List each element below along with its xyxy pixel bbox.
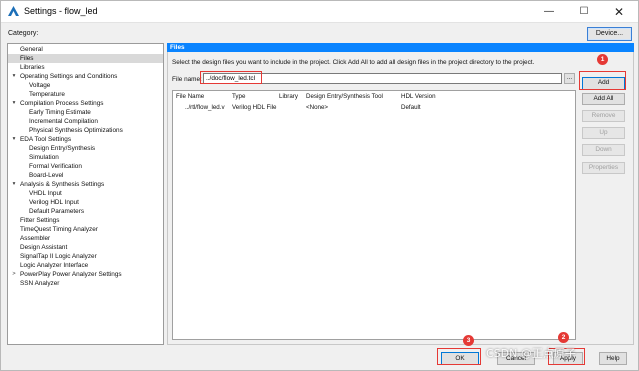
tree-item-board-level[interactable]: Board-Level <box>8 171 163 180</box>
col-header-design-entry-tool[interactable]: Design Entry/Synthesis Tool <box>306 93 383 100</box>
collapse-caret-icon[interactable]: > <box>10 270 18 279</box>
help-button[interactable]: Help <box>599 352 627 365</box>
annotation-badge-1: 1 <box>597 54 608 65</box>
annotation-box-add <box>579 71 626 90</box>
tree-item-voltage[interactable]: Voltage <box>8 81 163 90</box>
file-name-label: File name: <box>172 76 202 83</box>
tree-item-label: Files <box>20 55 34 62</box>
tree-item-logic-analyzer-interface[interactable]: Logic Analyzer Interface <box>8 261 163 270</box>
tree-item-label: Compilation Process Settings <box>20 100 104 107</box>
tree-item-label: Default Parameters <box>29 208 85 215</box>
tree-item-label: Board-Level <box>29 172 64 179</box>
tree-item-analysis-synthesis-settings[interactable]: ▾ Analysis & Synthesis Settings <box>8 180 163 189</box>
device-button[interactable]: Device... <box>587 27 632 41</box>
tree-item-label: Incremental Compilation <box>29 118 98 125</box>
tree-item-powerplay-power-analyzer-settings[interactable]: > PowerPlay Power Analyzer Settings <box>8 270 163 279</box>
expand-caret-icon[interactable]: ▾ <box>10 180 18 189</box>
tree-item-timequest-timing-analyzer[interactable]: TimeQuest Timing Analyzer <box>8 225 163 234</box>
tree-item-label: VHDL Input <box>29 190 62 197</box>
table-cell-type[interactable]: Verilog HDL File <box>232 104 276 111</box>
add-all-button[interactable]: Add All <box>582 93 625 105</box>
panel-header: Files <box>167 43 634 52</box>
title-bar[interactable]: Settings - flow_led — ☐ ✕ <box>1 1 638 23</box>
col-header-hdl-version[interactable]: HDL Version <box>401 93 436 100</box>
tree-item-label: Simulation <box>29 154 59 161</box>
tree-item-incremental-compilation[interactable]: Incremental Compilation <box>8 117 163 126</box>
browse-button[interactable]: ... <box>564 73 575 84</box>
col-header-type[interactable]: Type <box>232 93 245 100</box>
tree-item-label: Verilog HDL Input <box>29 199 79 206</box>
tree-item-label: TimeQuest Timing Analyzer <box>20 226 98 233</box>
annotation-badge-2: 2 <box>558 332 569 343</box>
tree-item-general[interactable]: General <box>8 45 163 54</box>
tree-item-label: Assembler <box>20 235 51 242</box>
tree-item-label: Operating Settings and Conditions <box>20 73 118 80</box>
tree-item-files[interactable]: Files <box>8 54 163 63</box>
tree-item-label: Formal Verification <box>29 163 82 170</box>
up-button[interactable]: Up <box>582 127 625 139</box>
table-cell-hdl-version[interactable]: Default <box>401 104 421 111</box>
tree-item-verilog-hdl-input[interactable]: Verilog HDL Input <box>8 198 163 207</box>
settings-dialog: Settings - flow_led — ☐ ✕ Category: Devi… <box>0 0 639 371</box>
minimize-button[interactable]: — <box>532 1 566 23</box>
category-tree[interactable]: General Files Libraries ▾ Operating Settings… <box>7 43 164 345</box>
files-table[interactable]: File Name Type Library Design Entry/Synt… <box>172 90 576 340</box>
tree-item-vhdl-input[interactable]: VHDL Input <box>8 189 163 198</box>
annotation-box-file-name <box>200 71 262 84</box>
tree-item-signaltap-ii-logic-analyzer[interactable]: SignalTap II Logic Analyzer <box>8 252 163 261</box>
annotation-box-ok <box>437 348 481 365</box>
tree-item-label: Design Assistant <box>20 244 68 251</box>
window-title: Settings - flow_led <box>24 6 98 16</box>
tree-item-assembler[interactable]: Assembler <box>8 234 163 243</box>
annotation-badge-3: 3 <box>463 335 474 346</box>
tree-item-label: Voltage <box>29 82 51 89</box>
tree-item-label: Temperature <box>29 91 65 98</box>
tree-item-label: General <box>20 46 43 53</box>
tree-item-label: PowerPlay Power Analyzer Settings <box>20 271 122 278</box>
panel-description: Select the design files you want to incl… <box>172 59 535 66</box>
tree-item-fitter-settings[interactable]: Fitter Settings <box>8 216 163 225</box>
tree-item-eda-tool-settings[interactable]: ▾ EDA Tool Settings <box>8 135 163 144</box>
tree-item-label: Libraries <box>20 64 45 71</box>
remove-button[interactable]: Remove <box>582 110 625 122</box>
quartus-app-icon <box>8 6 19 16</box>
tree-item-ssn-analyzer[interactable]: SSN Analyzer <box>8 279 163 288</box>
tree-item-label: Early Timing Estimate <box>29 109 91 116</box>
tree-item-operating-settings-and-conditions[interactable]: ▾ Operating Settings and Conditions <box>8 72 163 81</box>
tree-item-label: Physical Synthesis Optimizations <box>29 127 123 134</box>
tree-item-design-assistant[interactable]: Design Assistant <box>8 243 163 252</box>
tree-item-physical-synthesis-optimizations[interactable]: Physical Synthesis Optimizations <box>8 126 163 135</box>
tree-item-label: Logic Analyzer Interface <box>20 262 89 269</box>
table-cell-design-entry-tool[interactable]: <None> <box>306 104 328 111</box>
tree-item-early-timing-estimate[interactable]: Early Timing Estimate <box>8 108 163 117</box>
col-header-library[interactable]: Library <box>279 93 298 100</box>
tree-item-label: EDA Tool Settings <box>20 136 72 143</box>
maximize-button[interactable]: ☐ <box>567 1 601 23</box>
tree-item-design-entry-synthesis[interactable]: Design Entry/Synthesis <box>8 144 163 153</box>
expand-caret-icon[interactable]: ▾ <box>10 135 18 144</box>
tree-item-simulation[interactable]: Simulation <box>8 153 163 162</box>
tree-item-label: Design Entry/Synthesis <box>29 145 96 152</box>
tree-item-compilation-process-settings[interactable]: ▾ Compilation Process Settings <box>8 99 163 108</box>
expand-caret-icon[interactable]: ▾ <box>10 99 18 108</box>
properties-button[interactable]: Properties <box>582 162 625 174</box>
tree-item-temperature[interactable]: Temperature <box>8 90 163 99</box>
tree-item-label: Analysis & Synthesis Settings <box>20 181 105 188</box>
csdn-watermark: CSDN @正点原子 <box>486 347 576 360</box>
tree-item-libraries[interactable]: Libraries <box>8 63 163 72</box>
expand-caret-icon[interactable]: ▾ <box>10 72 18 81</box>
table-cell-file-name[interactable]: ../rtl/flow_led.v <box>185 104 225 111</box>
close-button[interactable]: ✕ <box>602 1 636 23</box>
tree-item-default-parameters[interactable]: Default Parameters <box>8 207 163 216</box>
tree-item-label: SignalTap II Logic Analyzer <box>20 253 97 260</box>
col-header-file-name[interactable]: File Name <box>176 93 204 100</box>
down-button[interactable]: Down <box>582 144 625 156</box>
category-label: Category: <box>8 30 39 37</box>
tree-item-label: Fitter Settings <box>20 217 60 224</box>
tree-item-formal-verification[interactable]: Formal Verification <box>8 162 163 171</box>
tree-item-label: SSN Analyzer <box>20 280 60 287</box>
